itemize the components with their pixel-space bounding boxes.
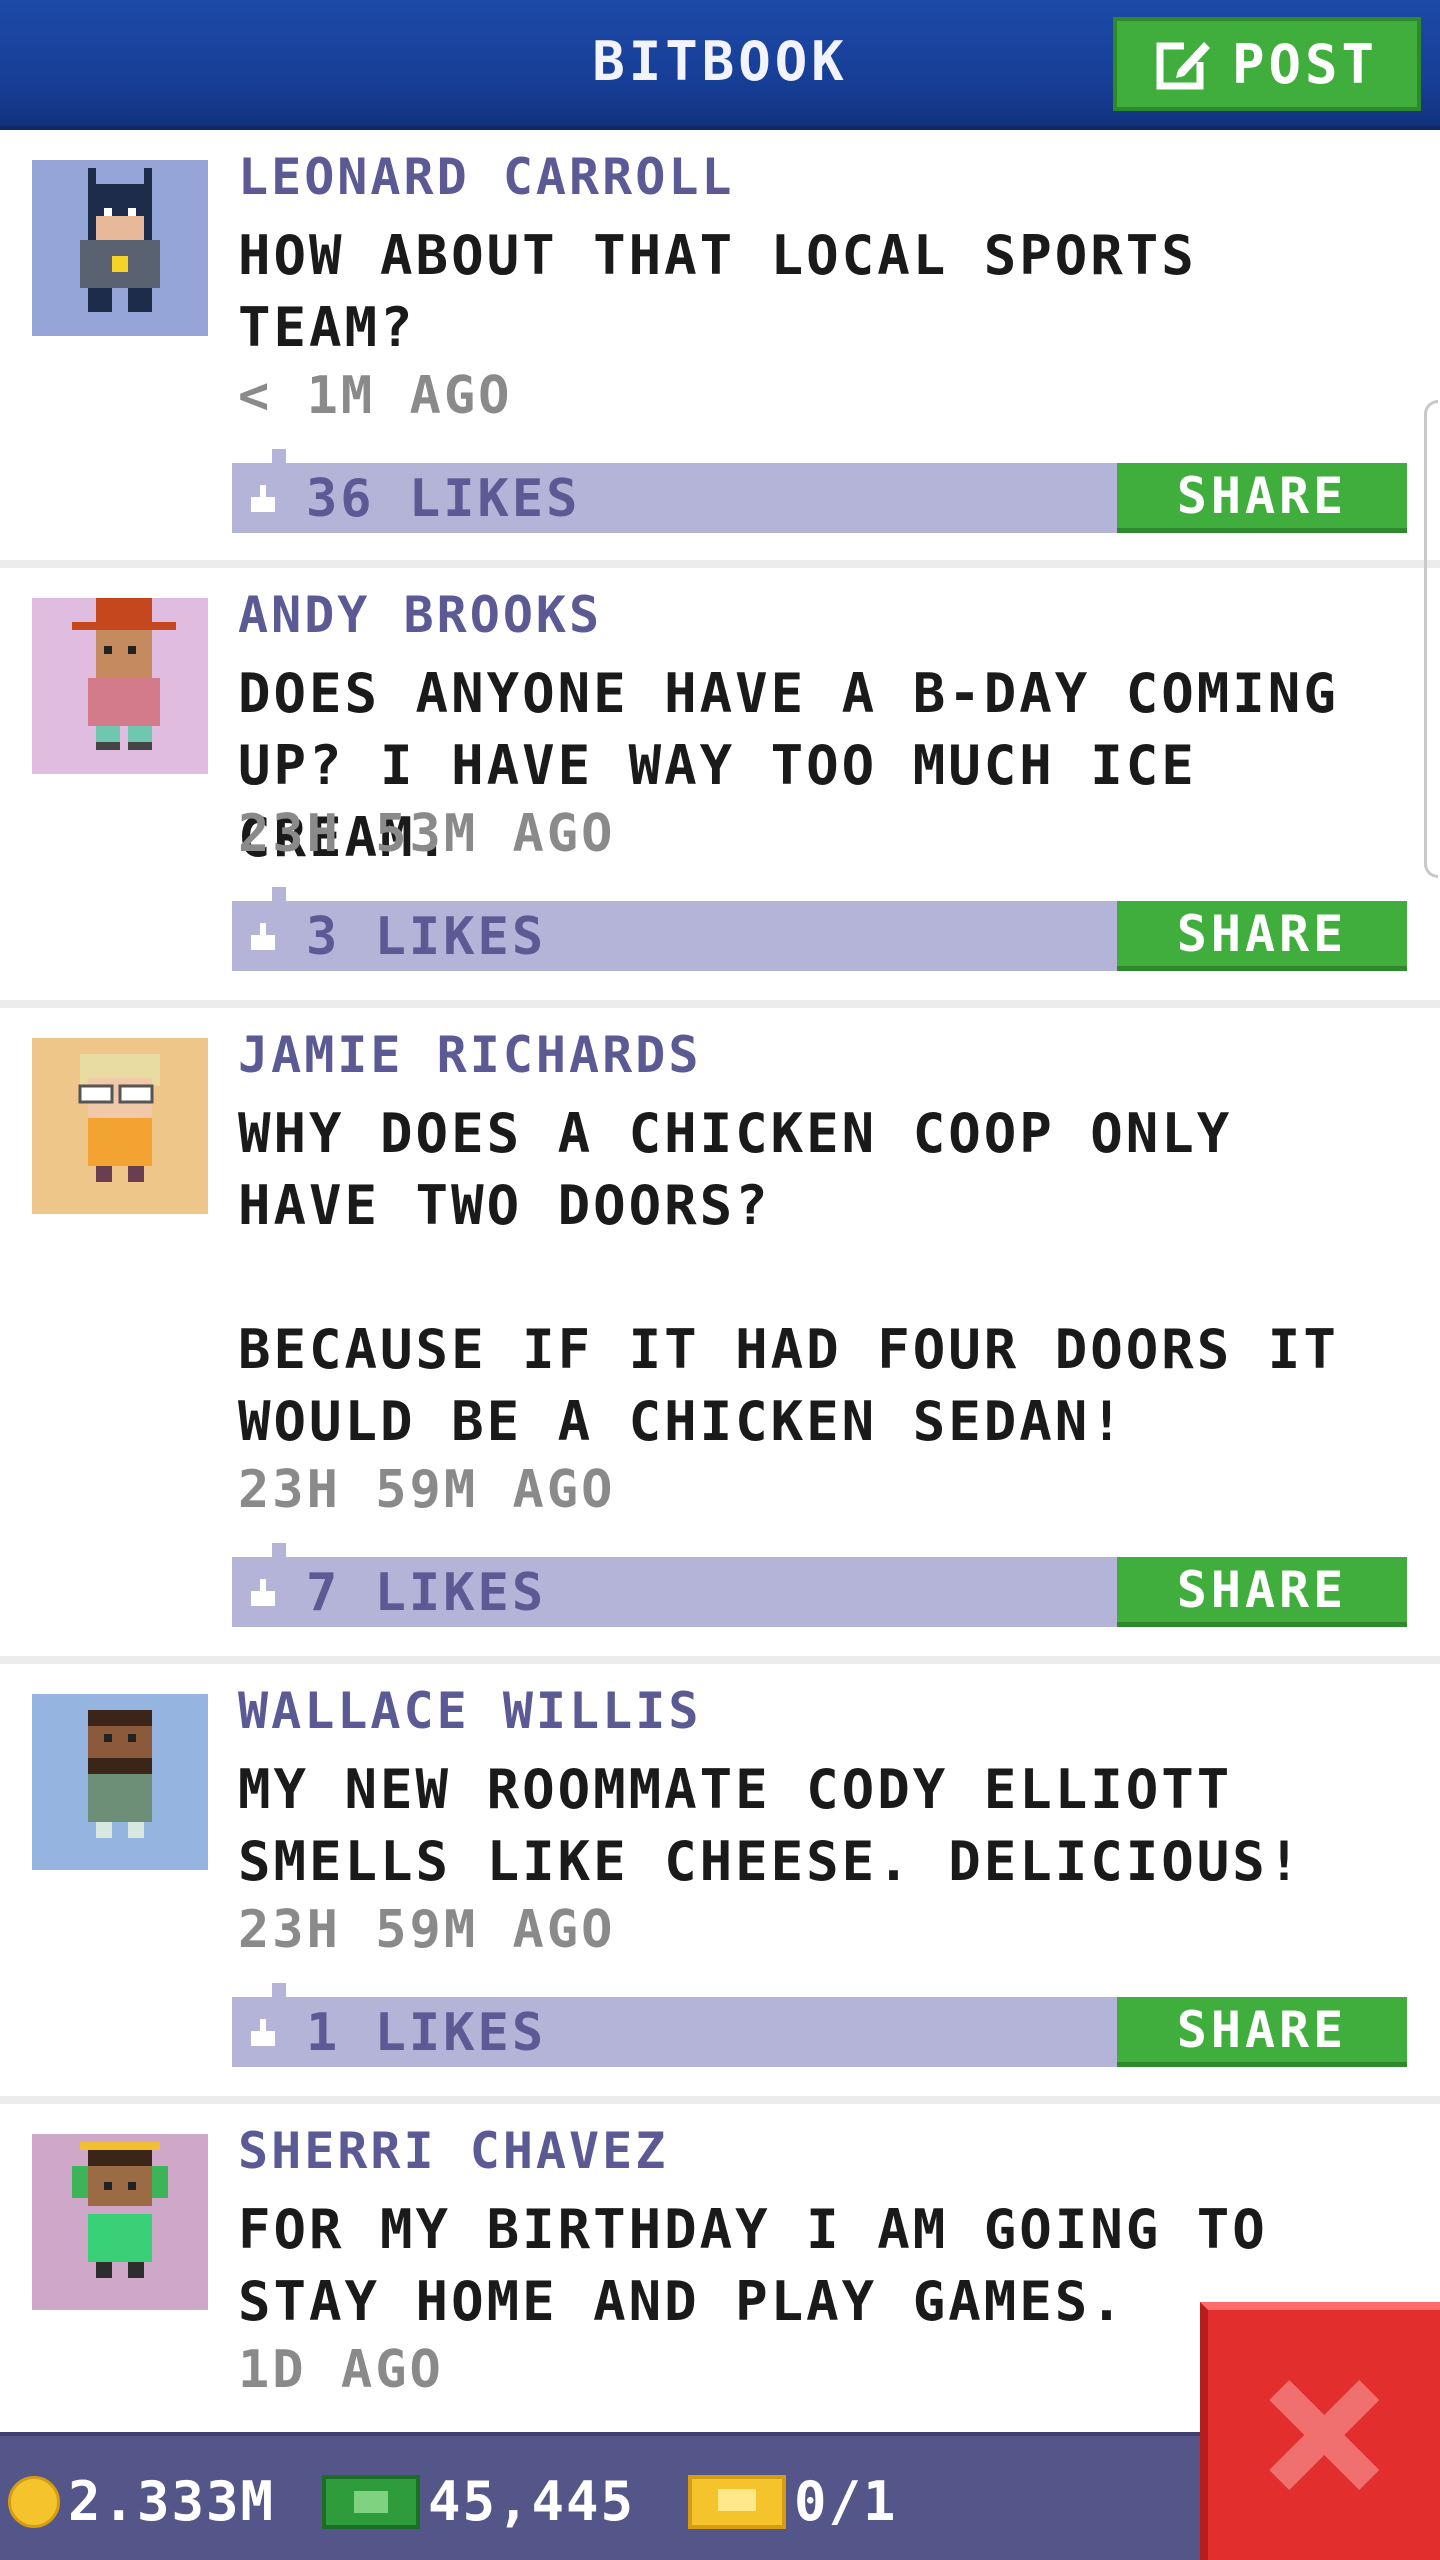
- share-button[interactable]: SHARE: [1117, 1997, 1407, 2067]
- batman-costume-avatar: [32, 160, 208, 336]
- likes-bar: 3 LIKES SHARE: [232, 887, 1407, 971]
- post-timestamp: < 1M AGO: [238, 366, 513, 426]
- share-button[interactable]: SHARE: [1117, 463, 1407, 533]
- likes-count[interactable]: 3 LIKES: [306, 907, 546, 967]
- coins-stat: 2.333M: [8, 2470, 275, 2533]
- thumbs-up-icon: [248, 1579, 278, 1609]
- scrollbar[interactable]: [1424, 400, 1438, 878]
- post-timestamp: 23H 59M AGO: [238, 1900, 616, 1960]
- post-author[interactable]: WALLACE WILLIS: [238, 1682, 701, 1740]
- likes-bar: 7 LIKES SHARE: [232, 1543, 1407, 1627]
- feed-post: JAMIE RICHARDS WHY DOES A CHICKEN COOP O…: [0, 1008, 1440, 1664]
- post-text: MY NEW ROOMMATE CODY ELLIOTT SMELLS LIKE…: [238, 1758, 1304, 1893]
- likes-bar: 36 LIKES SHARE: [232, 449, 1407, 533]
- glasses-avatar: [32, 1038, 208, 1214]
- compose-icon: [1156, 36, 1212, 92]
- post-text: WHY DOES A CHICKEN COOP ONLY HAVE TWO DO…: [238, 1102, 1339, 1453]
- likes-count[interactable]: 7 LIKES: [306, 1563, 546, 1623]
- likes-bar: 1 LIKES SHARE: [232, 1983, 1407, 2067]
- share-button[interactable]: SHARE: [1117, 1557, 1407, 1627]
- bux-value: 45,445: [428, 2470, 636, 2533]
- thumbs-up-icon: [248, 2019, 278, 2049]
- post-timestamp: 1D AGO: [238, 2340, 444, 2400]
- thumbs-up-icon: [248, 923, 278, 953]
- orange-hat-avatar: [32, 598, 208, 774]
- coin-icon: [8, 2475, 60, 2528]
- tickets-value: 0/1: [794, 2470, 898, 2533]
- bux-stat[interactable]: 45,445: [322, 2470, 635, 2533]
- post-text: HOW ABOUT THAT LOCAL SPORTS TEAM?: [238, 224, 1197, 359]
- tickets-stat[interactable]: 0/1: [688, 2470, 898, 2533]
- app-header: BITBOOK POST: [0, 0, 1440, 130]
- post-timestamp: 23H 53M AGO: [238, 804, 616, 864]
- post-author[interactable]: SHERRI CHAVEZ: [238, 2122, 668, 2180]
- share-button[interactable]: SHARE: [1117, 901, 1407, 971]
- post-author[interactable]: ANDY BROOKS: [238, 586, 602, 644]
- feed-list: LEONARD CARROLL HOW ABOUT THAT LOCAL SPO…: [0, 130, 1440, 2504]
- post-button-label: POST: [1231, 32, 1379, 96]
- feed-post: WALLACE WILLIS MY NEW ROOMMATE CODY ELLI…: [0, 1664, 1440, 2104]
- close-icon: [1259, 2370, 1389, 2500]
- likes-count[interactable]: 36 LIKES: [306, 469, 580, 529]
- cash-icon: [322, 2474, 420, 2529]
- close-button[interactable]: [1200, 2302, 1440, 2560]
- likes-count[interactable]: 1 LIKES: [306, 2003, 546, 2063]
- bearded-avatar: [32, 1694, 208, 1870]
- post-author[interactable]: LEONARD CARROLL: [238, 148, 735, 206]
- headphones-avatar: [32, 2134, 208, 2310]
- thumbs-up-icon: [248, 485, 278, 515]
- post-author[interactable]: JAMIE RICHARDS: [238, 1026, 701, 1084]
- post-button[interactable]: POST: [1113, 17, 1421, 111]
- post-timestamp: 23H 59M AGO: [238, 1460, 616, 1520]
- feed-post: ANDY BROOKS DOES ANYONE HAVE A B-DAY COM…: [0, 568, 1440, 1008]
- feed-post: LEONARD CARROLL HOW ABOUT THAT LOCAL SPO…: [0, 130, 1440, 568]
- ticket-icon: [688, 2474, 786, 2529]
- coins-value: 2.333M: [68, 2470, 276, 2533]
